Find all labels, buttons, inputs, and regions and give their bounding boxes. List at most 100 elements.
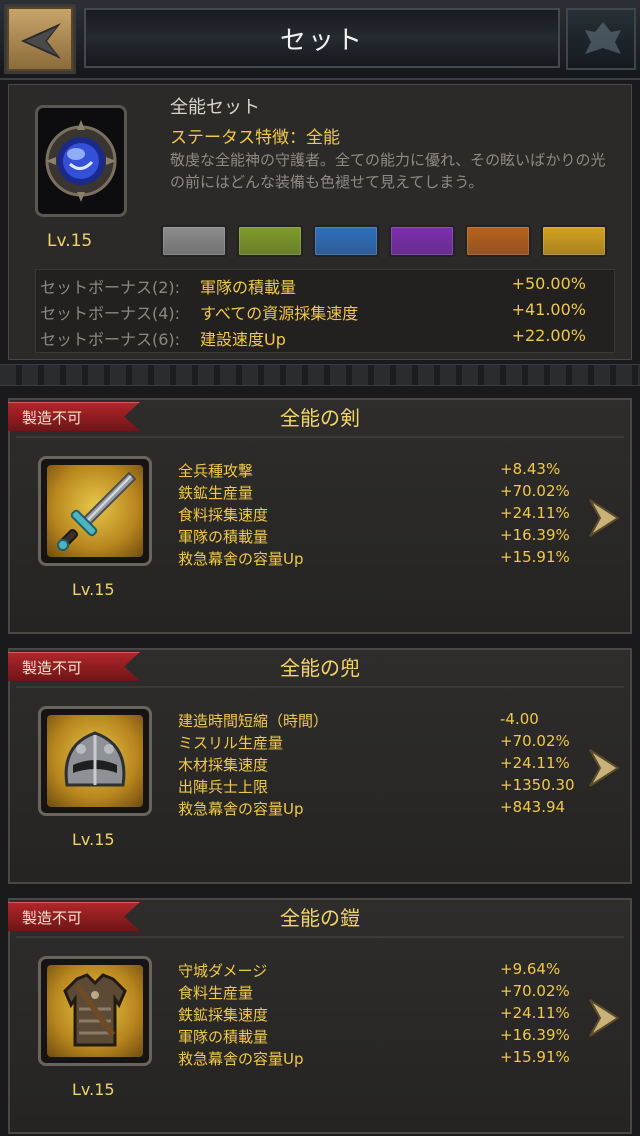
set-info-panel: Lv.15 全能セット ステータス特徴：全能 敬虔な全能神の守護者。全ての能力に… [8, 84, 632, 360]
bonus-label: セットボーナス(2): [40, 278, 181, 297]
stat-name: 軍隊の積載量 [178, 1028, 269, 1046]
stat-row: 木材採集速度 +24.11% [178, 754, 578, 776]
quality-swatch-purple[interactable] [389, 225, 455, 257]
equipment-card-helmet[interactable]: 全能の兜 製造不可 Lv.15 建造時間短縮（時間） -4.00 ミスリル生産量 +… [8, 648, 632, 884]
stat-row: 食料採集速度 +24.11% [178, 504, 578, 526]
bonus-value: +41.00% [511, 300, 586, 319]
stat-value: +24.11% [500, 1004, 570, 1022]
stat-row: 軍隊の積載量 +16.39% [178, 1026, 578, 1048]
equipment-icon-frame[interactable] [38, 456, 152, 566]
stat-row: 守城ダメージ +9.64% [178, 960, 578, 982]
stat-value: -4.00 [500, 710, 539, 728]
equipment-icon-bg [47, 965, 143, 1057]
chevron-right-icon[interactable] [588, 998, 620, 1038]
title-bar: セット [84, 8, 560, 68]
page-title: セット [279, 25, 364, 56]
stat-row: 鉄鉱採集速度 +24.11% [178, 1004, 578, 1026]
stat-name: 鉄鉱生産量 [178, 484, 254, 502]
stat-name: 救急幕舎の容量Up [178, 1050, 304, 1068]
card-header: 全能の鎧 製造不可 [8, 900, 630, 932]
status-ribbon: 製造不可 [8, 902, 140, 931]
bonus-name: 建設速度Up [200, 330, 286, 349]
stat-row: 救急幕舎の容量Up +843.94 [178, 798, 578, 820]
sword-icon [57, 471, 137, 551]
equipment-icon-frame[interactable] [38, 706, 152, 816]
card-divider [16, 936, 624, 938]
card-header: 全能の剣 製造不可 [8, 400, 630, 432]
stat-name: 救急幕舎の容量Up [178, 550, 304, 568]
stat-name: 軍隊の積載量 [178, 528, 269, 546]
armor-icon [63, 973, 127, 1047]
stat-value: +15.91% [500, 548, 570, 566]
stat-value: +9.64% [500, 960, 561, 978]
stat-value: +8.43% [500, 460, 561, 478]
equipment-icon-bg [47, 715, 143, 807]
status-ribbon: 製造不可 [8, 402, 140, 431]
header-bar: セット [0, 0, 640, 80]
set-icon-frame [35, 105, 127, 217]
set-bonus-row: セットボーナス(6): 建設速度Up +22.00% [40, 326, 610, 352]
stat-row: 救急幕舎の容量Up +15.91% [178, 548, 578, 570]
equipment-level: Lv.15 [72, 1080, 115, 1099]
quality-swatch-orange[interactable] [465, 225, 531, 257]
stat-value: +16.39% [500, 1026, 570, 1044]
emblem-button[interactable] [566, 8, 636, 70]
stat-value: +16.39% [500, 526, 570, 544]
status-badge: 製造不可 [22, 659, 83, 677]
quality-swatches [161, 225, 607, 259]
status-ribbon: 製造不可 [8, 652, 140, 681]
stat-row: ミスリル生産量 +70.02% [178, 732, 578, 754]
section-divider [0, 364, 640, 386]
stat-name: ミスリル生産量 [178, 734, 284, 752]
equipment-icon-bg [47, 465, 143, 557]
stat-name: 全兵種攻撃 [178, 462, 254, 480]
equipment-level: Lv.15 [72, 830, 115, 849]
stat-name: 建造時間短縮（時間） [178, 712, 329, 730]
stat-row: 軍隊の積載量 +16.39% [178, 526, 578, 548]
stat-value: +70.02% [500, 482, 570, 500]
set-name: 全能セット [170, 97, 260, 118]
stat-value: +70.02% [500, 732, 570, 750]
stat-name: 救急幕舎の容量Up [178, 800, 304, 818]
helmet-icon [64, 731, 126, 787]
set-bonus-list: セットボーナス(2): 軍隊の積載量 +50.00% セットボーナス(4): す… [35, 269, 615, 353]
set-bonus-row: セットボーナス(4): すべての資源採集速度 +41.00% [40, 300, 610, 326]
equipment-level: Lv.15 [72, 580, 115, 599]
card-divider [16, 686, 624, 688]
bonus-label: セットボーナス(6): [40, 330, 181, 349]
bonus-label: セットボーナス(4): [40, 304, 181, 323]
bonus-value: +22.00% [511, 326, 586, 345]
stat-value: +15.91% [500, 1048, 570, 1066]
set-feature: ステータス特徴：全能 [170, 128, 340, 148]
quality-swatch-blue[interactable] [313, 225, 379, 257]
chevron-right-icon[interactable] [588, 748, 620, 788]
equipment-card-armor[interactable]: 全能の鎧 製造不可 Lv.15 守城ダメージ +9.64% 食料生産量 +70.02… [8, 898, 632, 1134]
equipment-icon-frame[interactable] [38, 956, 152, 1066]
bonus-name: 軍隊の積載量 [200, 278, 297, 297]
stat-row: 鉄鉱生産量 +70.02% [178, 482, 578, 504]
quality-swatch-gray[interactable] [161, 225, 227, 257]
equipment-card-sword[interactable]: 全能の剣 製造不可 Lv.15 全兵種攻撃 +8.43% 鉄鉱生産量 +70.02%… [8, 398, 632, 634]
stat-value: +1350.30 [500, 776, 575, 794]
stat-name: 食料採集速度 [178, 506, 269, 524]
stat-row: 全兵種攻撃 +8.43% [178, 460, 578, 482]
set-description: 敬虔な全能神の守護者。全ての能力に優れ、その眩いばかりの光の前にはどんな装備も色… [170, 151, 606, 191]
stat-row: 出陣兵士上限 +1350.30 [178, 776, 578, 798]
stat-row: 救急幕舎の容量Up +15.91% [178, 1048, 578, 1070]
stat-row: 食料生産量 +70.02% [178, 982, 578, 1004]
stat-name: 鉄鉱採集速度 [178, 1006, 269, 1024]
chevron-right-icon[interactable] [588, 498, 620, 538]
stat-name: 木材採集速度 [178, 756, 269, 774]
stat-name: 出陣兵士上限 [178, 778, 269, 796]
stat-value: +24.11% [500, 504, 570, 522]
orb-emblem-icon [45, 120, 117, 202]
quality-swatch-gold[interactable] [541, 225, 607, 257]
set-level: Lv.15 [47, 231, 93, 251]
set-bonus-row: セットボーナス(2): 軍隊の積載量 +50.00% [40, 274, 610, 300]
stat-value: +24.11% [500, 754, 570, 772]
back-button[interactable] [4, 4, 76, 74]
card-header: 全能の兜 製造不可 [8, 650, 630, 682]
status-badge: 製造不可 [22, 909, 83, 927]
quality-swatch-green[interactable] [237, 225, 303, 257]
stat-name: 守城ダメージ [178, 962, 268, 980]
